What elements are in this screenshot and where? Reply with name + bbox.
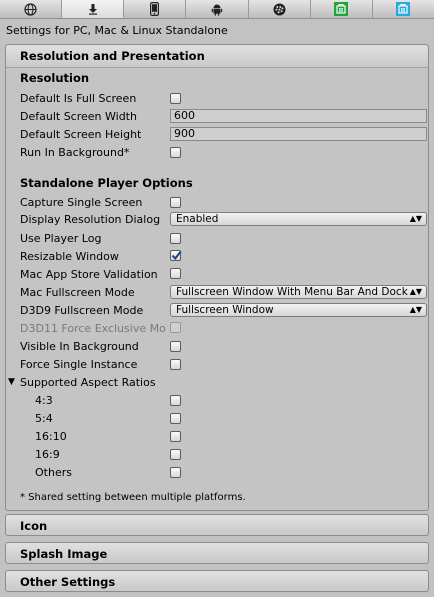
- shared-setting-note: * Shared setting between multiple platfo…: [20, 492, 246, 503]
- aspect-ratio-5-4-label: 5:4: [35, 412, 53, 425]
- updown-arrow-icon: ▲▼: [409, 287, 422, 296]
- foldout-triangle-icon[interactable]: ▼: [8, 377, 15, 387]
- default-screen-width-field[interactable]: 600: [170, 109, 427, 123]
- windows-store-green-icon: [334, 2, 349, 16]
- download-icon: [88, 4, 97, 15]
- aspect-ratio-4-3-label: 4:3: [35, 394, 53, 407]
- tab-android[interactable]: [186, 0, 249, 18]
- aspect-ratio-others-checkbox[interactable]: [170, 467, 181, 478]
- supported-aspect-ratios-foldout[interactable]: Supported Aspect Ratios: [20, 376, 156, 389]
- visible-in-background-label: Visible In Background: [20, 340, 139, 353]
- checkmark-icon: [171, 250, 182, 261]
- force-single-instance-label: Force Single Instance: [20, 358, 138, 371]
- default-screen-width-label: Default Screen Width: [20, 110, 137, 123]
- standalone-player-options-subheader: Standalone Player Options: [20, 176, 193, 190]
- mac-fullscreen-mode-label: Mac Fullscreen Mode: [20, 286, 135, 299]
- tab-ios[interactable]: [124, 0, 187, 18]
- globe-icon: [24, 2, 37, 16]
- mac-app-store-validation-label: Mac App Store Validation: [20, 268, 158, 281]
- aspect-ratio-others-label: Others: [35, 466, 72, 479]
- updown-arrow-icon: ▲▼: [409, 214, 422, 223]
- icon-section-header[interactable]: Icon: [20, 519, 47, 533]
- run-in-background-checkbox[interactable]: [170, 147, 181, 158]
- settings-title: Settings for PC, Mac & Linux Standalone: [6, 24, 228, 37]
- platform-tab-bar: [0, 0, 434, 19]
- visible-in-background-checkbox[interactable]: [170, 341, 181, 352]
- d3d9-fullscreen-mode-dropdown[interactable]: Fullscreen Window ▲▼: [170, 303, 427, 317]
- tab-blackberry[interactable]: [249, 0, 311, 18]
- d3d11-force-exclusive-checkbox[interactable]: [170, 322, 181, 333]
- icon-section[interactable]: Icon: [5, 514, 429, 536]
- other-settings-section[interactable]: Other Settings: [5, 570, 429, 592]
- d3d9-fullscreen-mode-value: Fullscreen Window: [176, 304, 274, 316]
- splash-image-section-header[interactable]: Splash Image: [20, 547, 107, 561]
- default-screen-height-label: Default Screen Height: [20, 128, 142, 141]
- display-resolution-dialog-value: Enabled: [176, 213, 219, 225]
- other-settings-section-header[interactable]: Other Settings: [20, 575, 115, 589]
- aspect-ratio-16-9-label: 16:9: [35, 448, 60, 461]
- default-full-screen-label: Default Is Full Screen: [20, 92, 137, 105]
- capture-single-screen-label: Capture Single Screen: [20, 196, 143, 209]
- resolution-subheader: Resolution: [20, 71, 90, 85]
- android-icon: [211, 4, 223, 16]
- resizable-window-label: Resizable Window: [20, 250, 119, 263]
- resolution-presentation-header[interactable]: Resolution and Presentation: [20, 49, 205, 63]
- display-resolution-dialog-label: Display Resolution Dialog: [20, 213, 161, 226]
- aspect-ratio-5-4-checkbox[interactable]: [170, 413, 181, 424]
- tab-windows-store-81[interactable]: [373, 0, 434, 18]
- iphone-icon: [150, 2, 160, 16]
- force-single-instance-checkbox[interactable]: [170, 359, 181, 370]
- d3d11-force-exclusive-label: D3D11 Force Exclusive Mo: [20, 322, 166, 335]
- splash-image-section[interactable]: Splash Image: [5, 542, 429, 564]
- default-screen-height-field[interactable]: 900: [170, 127, 427, 141]
- updown-arrow-icon: ▲▼: [409, 305, 422, 314]
- tab-web[interactable]: [0, 0, 63, 18]
- windows-store-blue-icon: [396, 2, 411, 16]
- mac-app-store-validation-checkbox[interactable]: [170, 268, 181, 279]
- aspect-ratio-16-10-label: 16:10: [35, 430, 67, 443]
- default-full-screen-checkbox[interactable]: [170, 93, 181, 104]
- run-in-background-label: Run In Background*: [20, 146, 130, 159]
- aspect-ratio-16-10-checkbox[interactable]: [170, 431, 181, 442]
- tab-windows-store-8[interactable]: [311, 0, 373, 18]
- capture-single-screen-checkbox[interactable]: [170, 197, 181, 208]
- blackberry-icon: [273, 3, 286, 15]
- mac-fullscreen-mode-value: Fullscreen Window With Menu Bar And Dock: [176, 286, 408, 298]
- tab-standalone[interactable]: [62, 0, 125, 18]
- d3d9-fullscreen-mode-label: D3D9 Fullscreen Mode: [20, 304, 144, 317]
- aspect-ratio-4-3-checkbox[interactable]: [170, 395, 181, 406]
- use-player-log-checkbox[interactable]: [170, 233, 181, 244]
- mac-fullscreen-mode-dropdown[interactable]: Fullscreen Window With Menu Bar And Dock…: [170, 285, 427, 299]
- use-player-log-label: Use Player Log: [20, 232, 102, 245]
- display-resolution-dialog-dropdown[interactable]: Enabled ▲▼: [170, 212, 427, 226]
- aspect-ratio-16-9-checkbox[interactable]: [170, 449, 181, 460]
- resizable-window-checkbox[interactable]: [170, 250, 182, 261]
